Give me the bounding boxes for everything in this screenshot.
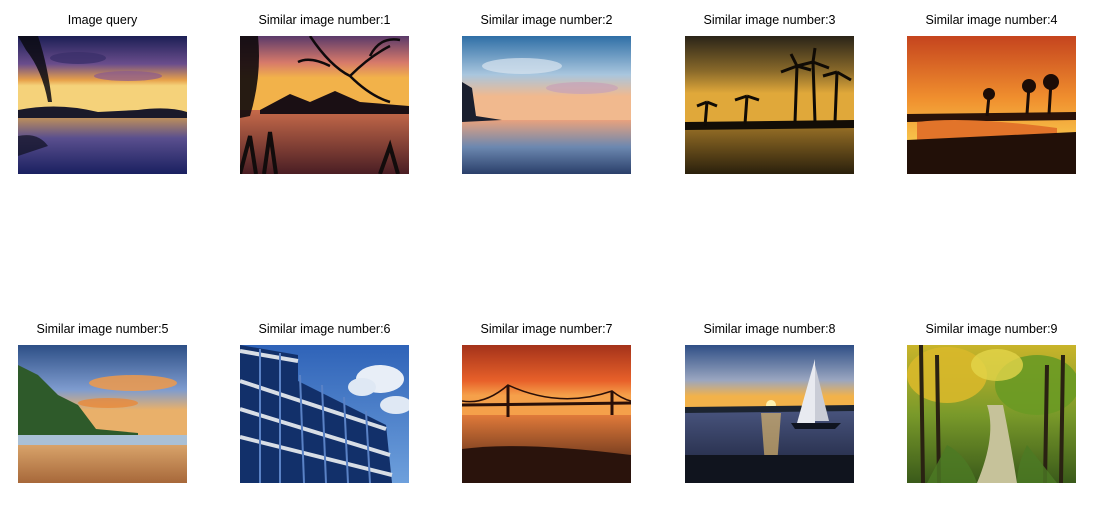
palm-silhouette-sunset-icon [685,36,854,174]
image-caption: Similar image number:1 [258,13,391,27]
sunset-bridge-icon [462,345,631,483]
similar-image-6[interactable] [240,345,409,483]
image-caption: Image query [67,13,138,27]
image-caption: Similar image number:2 [480,13,613,27]
sunset-branches-icon [240,36,409,174]
forest-path-icon [907,345,1076,483]
similar-image-8[interactable] [685,345,854,483]
image-caption: Similar image number:6 [258,322,391,336]
query-image[interactable] [18,36,187,174]
sailboat-sunset-icon [685,345,854,483]
similar-image-1[interactable] [240,36,409,174]
similar-image-4[interactable] [907,36,1076,174]
similar-image-5[interactable] [18,345,187,483]
similar-image-9[interactable] [907,345,1076,483]
image-caption: Similar image number:7 [480,322,613,336]
sunset-lake-palm-icon [18,36,187,174]
image-caption: Similar image number:8 [703,322,836,336]
image-caption: Similar image number:9 [925,322,1058,336]
similar-image-3[interactable] [685,36,854,174]
glass-building-icon [240,345,409,483]
similar-image-2[interactable] [462,36,631,174]
similar-image-7[interactable] [462,345,631,483]
tropical-beach-cliff-icon [18,345,187,483]
blue-sky-coast-icon [462,36,631,174]
orange-sunset-pool-icon [907,36,1076,174]
image-caption: Similar image number:4 [925,13,1058,27]
image-caption: Similar image number:3 [703,13,836,27]
image-caption: Similar image number:5 [36,322,169,336]
